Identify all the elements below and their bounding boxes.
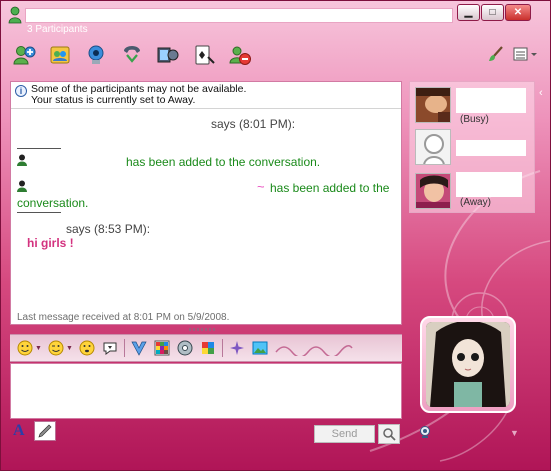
- title-bar: 3 Participants ▁ □ ✕: [1, 1, 550, 37]
- phone-icon: [124, 46, 140, 63]
- picture-icon: [252, 341, 268, 355]
- handwriting-button[interactable]: [228, 339, 246, 357]
- says-header: says (8:53 PM):: [66, 222, 151, 236]
- background-button[interactable]: [153, 339, 171, 357]
- send-file-button[interactable]: [130, 339, 148, 357]
- disc-icon: [177, 340, 193, 356]
- avatar: [426, 322, 510, 407]
- close-button[interactable]: ✕: [505, 4, 531, 21]
- doll-picture: [426, 322, 510, 407]
- chat-window: 3 Participants ▁ □ ✕ i Some of the parti…: [0, 0, 551, 471]
- avatar-menu-chevron-down-icon[interactable]: ▼: [510, 428, 519, 438]
- pen-icon: [38, 424, 52, 438]
- participant-name-field: [456, 88, 526, 113]
- collapse-panel-icon[interactable]: ‹: [539, 87, 543, 99]
- share-media-button[interactable]: [153, 41, 183, 69]
- participant-status: (Busy): [460, 114, 489, 125]
- group-icon: [50, 46, 70, 64]
- participant-status: (Away): [460, 197, 491, 208]
- font-button[interactable]: A: [13, 422, 31, 440]
- system-message-added: has been added to the: [270, 181, 390, 195]
- buddy-icon: [17, 154, 27, 166]
- block-icon: [229, 46, 251, 65]
- invite-contact-button[interactable]: [9, 41, 39, 69]
- menu-icon: [513, 47, 537, 61]
- share-folders-button[interactable]: [45, 41, 75, 69]
- participant-name-field: [456, 140, 526, 156]
- webcam-icon[interactable]: [418, 425, 432, 439]
- resize-grip[interactable]: [189, 328, 215, 331]
- voice-clip-button[interactable]: [101, 339, 119, 357]
- participants-panel: (Busy) (Away): [409, 81, 535, 213]
- participant-avatar[interactable]: [415, 87, 451, 123]
- games-icon: [195, 45, 215, 65]
- action-toolbar: [9, 41, 255, 71]
- nudge-icon: [79, 340, 95, 356]
- toolbar-separator: [221, 339, 223, 357]
- participant-avatar[interactable]: [415, 173, 451, 209]
- name-divider: [17, 212, 61, 213]
- search-button[interactable]: [378, 424, 400, 444]
- conversation-history[interactable]: i Some of the participants may not be av…: [10, 81, 402, 325]
- voice-call-button[interactable]: [117, 41, 147, 69]
- v-logo-icon: [131, 341, 147, 356]
- emoticon-button[interactable]: [16, 339, 34, 357]
- minimize-button[interactable]: ▁: [457, 4, 480, 21]
- participants-count: 3 Participants: [27, 24, 88, 35]
- maximize-button[interactable]: □: [481, 4, 504, 21]
- my-display-picture[interactable]: [420, 316, 516, 413]
- chevron-down-icon[interactable]: ▼: [35, 345, 42, 352]
- send-button[interactable]: Send: [314, 425, 375, 443]
- handwriting-mode-button[interactable]: [34, 421, 56, 441]
- conversation-title-field: [25, 8, 453, 23]
- nickname-tilde: ~: [257, 179, 265, 194]
- wink-button[interactable]: [47, 339, 65, 357]
- video-call-button[interactable]: [81, 41, 111, 69]
- system-message-added: has been added to the conversation.: [126, 155, 321, 169]
- window-controls: ▁ □ ✕: [457, 4, 531, 21]
- sparkle-icon: [229, 341, 244, 355]
- avatar: [416, 130, 450, 164]
- message-input[interactable]: [10, 363, 402, 419]
- status-notice: i Some of the participants may not be av…: [11, 82, 401, 109]
- search-icon: [383, 428, 396, 441]
- chevron-down-icon[interactable]: ▼: [66, 345, 73, 352]
- paintbrush-icon: [489, 46, 503, 61]
- participant-name-field: [456, 172, 522, 197]
- info-icon: i: [15, 85, 27, 97]
- system-message-added-cont: conversation.: [17, 196, 89, 210]
- messenger-icon: [8, 6, 22, 24]
- chat-message: hi girls !: [27, 236, 74, 250]
- grid-icon: [154, 340, 170, 356]
- add-contact-icon: [13, 46, 36, 65]
- picture-button[interactable]: [251, 339, 269, 357]
- avatar: [416, 174, 450, 208]
- avatar: [416, 88, 450, 122]
- says-header: says (8:01 PM):: [211, 117, 296, 131]
- video-call-icon: [88, 45, 104, 64]
- formatting-toolbar: ▼ ▼: [10, 334, 402, 362]
- participant-avatar[interactable]: [415, 129, 451, 165]
- nudge-button[interactable]: [78, 339, 96, 357]
- paintbrush-button[interactable]: [487, 45, 505, 63]
- buddy-icon: [17, 180, 27, 192]
- puzzle-icon: [201, 342, 214, 354]
- speech-bubble-icon: [103, 342, 117, 355]
- block-button[interactable]: [225, 41, 255, 69]
- last-message-status: Last message received at 8:01 PM on 5/9/…: [17, 312, 230, 323]
- games-button[interactable]: [189, 41, 219, 69]
- smiley-icon: [17, 340, 33, 356]
- name-divider: [17, 148, 61, 149]
- wink-icon: [48, 340, 64, 356]
- winks-button[interactable]: [176, 339, 194, 357]
- notice-line-2: Your status is currently set to Away.: [31, 94, 196, 106]
- menu-button[interactable]: [512, 45, 538, 63]
- activities-button[interactable]: [199, 339, 217, 357]
- scribble-decoration: [275, 345, 353, 356]
- media-icon: [157, 47, 179, 63]
- toolbar-separator: [123, 339, 125, 357]
